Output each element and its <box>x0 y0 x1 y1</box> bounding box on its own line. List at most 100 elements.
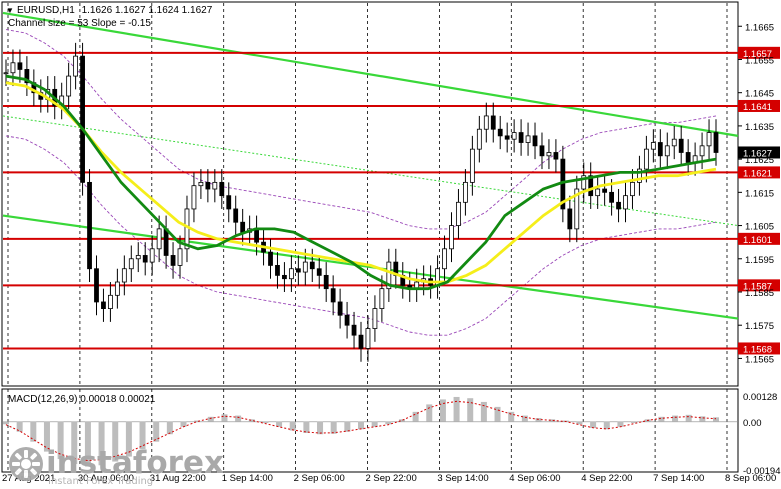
macd-bar <box>699 416 706 422</box>
candle-body <box>483 115 489 130</box>
candle-body <box>177 248 183 266</box>
macd-bar <box>221 414 228 422</box>
candle-body <box>567 208 573 230</box>
candle-body <box>671 138 677 147</box>
candle-body <box>163 228 169 256</box>
macd-bar <box>453 396 460 422</box>
candle-body <box>546 152 552 157</box>
candle-body <box>316 268 322 276</box>
candle-body <box>205 181 211 190</box>
macd-tick-label: 0.00128 <box>743 392 777 403</box>
candle-body <box>442 248 447 270</box>
candle-body <box>302 261 308 273</box>
candle-body <box>17 62 23 70</box>
candle-body <box>602 188 608 193</box>
candle-body <box>219 181 225 197</box>
candle-body <box>275 265 280 276</box>
candle-body <box>212 181 218 190</box>
time-tick-label: 1 Sep 14:00 <box>222 473 273 484</box>
time-tick-label: 4 Sep 22:00 <box>581 473 632 484</box>
candle-body <box>476 128 482 150</box>
price-tick-label: 1.1565 <box>745 354 774 365</box>
candle-body <box>101 301 106 309</box>
candle-body <box>609 191 614 203</box>
candle-body <box>525 135 531 143</box>
candle-body <box>365 328 371 349</box>
macd-bar <box>289 421 296 431</box>
candle-body <box>240 221 246 233</box>
candle-body <box>3 72 9 75</box>
macd-bar <box>685 414 692 422</box>
price-tick-label: 1.1635 <box>745 122 774 133</box>
macd-bar <box>3 421 9 425</box>
candle-body <box>330 288 336 303</box>
candle-body <box>379 288 385 309</box>
candle-body <box>254 228 259 243</box>
candle-body <box>337 301 343 316</box>
macd-bar <box>262 421 269 424</box>
candle-body <box>94 268 99 303</box>
candle-body <box>135 255 141 260</box>
candle-body <box>630 181 635 197</box>
macd-bar <box>658 416 665 422</box>
macd-bar <box>358 421 364 430</box>
instaforex-logo <box>9 447 43 481</box>
price-tick-label: 1.1655 <box>745 55 774 66</box>
candle-body <box>73 55 79 77</box>
price-level-label: 1.1621 <box>743 168 772 179</box>
price-tick-label: 1.1605 <box>745 222 774 233</box>
candle-body <box>539 145 545 157</box>
candle-body <box>309 261 315 270</box>
macd-bar <box>535 418 542 422</box>
time-tick-label: 4 Sep 06:00 <box>509 473 560 484</box>
candle-body <box>490 115 496 130</box>
channel-info: Channel size = 53 Slope = -0.15 <box>8 18 151 29</box>
candle-body <box>678 138 684 153</box>
time-tick-label: 8 Sep 06:00 <box>725 473 776 484</box>
macd-bar <box>480 401 487 422</box>
macd-bar <box>30 421 37 442</box>
time-tick-label: 3 Sep 14:00 <box>437 473 488 484</box>
candle-body <box>518 132 524 143</box>
candle-body <box>664 145 670 157</box>
candle-body <box>268 251 273 266</box>
time-tick-label: 7 Sep 14:00 <box>653 473 704 484</box>
candle-body <box>128 258 134 270</box>
price-level-label: 1.1641 <box>743 102 772 113</box>
macd-bar <box>617 421 624 427</box>
price-tick-label: 1.1645 <box>745 89 774 100</box>
candle-body <box>295 268 301 273</box>
candle-body <box>504 135 510 140</box>
candle-body <box>623 195 628 210</box>
candle-body <box>108 294 113 310</box>
candle-body <box>713 132 719 153</box>
candle-body <box>463 181 468 203</box>
candle-body <box>643 148 649 170</box>
candle-body <box>66 75 72 97</box>
current-price-label: 1.1627 <box>743 148 772 159</box>
price-tick-label: 1.1575 <box>745 321 774 332</box>
candle-body <box>497 128 503 137</box>
macd-bar <box>590 421 597 429</box>
candle-body <box>10 62 16 74</box>
candle-body <box>532 135 538 147</box>
candle-body <box>170 255 176 266</box>
macd-bar <box>508 411 515 422</box>
candle-body <box>358 334 364 349</box>
candle-body <box>233 208 239 223</box>
candle-body <box>685 152 691 163</box>
macd-bar <box>317 421 324 435</box>
macd-bar <box>235 415 242 422</box>
candle-body <box>469 148 475 183</box>
macd-bar <box>166 421 173 435</box>
price-level-label: 1.1601 <box>743 235 772 246</box>
candle-body <box>344 314 350 326</box>
candle-body <box>114 281 120 296</box>
candle-body <box>80 55 85 183</box>
instrument-arrow-icon: ▼ <box>6 6 14 15</box>
macd-bar <box>426 404 433 422</box>
macd-label: MACD(12,26,9) 0.00018 0.00021 <box>8 394 156 405</box>
candle-body <box>282 274 287 280</box>
candle-body <box>553 152 559 160</box>
candle-body <box>142 255 148 263</box>
